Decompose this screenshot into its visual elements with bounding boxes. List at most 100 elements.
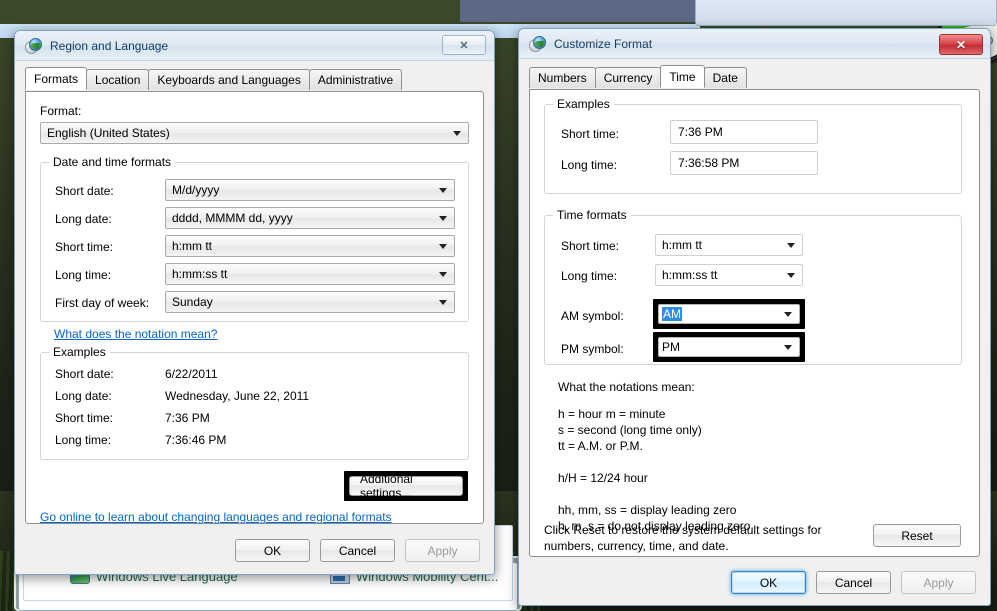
example-short-time-label: Short time: xyxy=(561,127,620,141)
additional-settings-button[interactable]: Additional settings... xyxy=(349,472,463,500)
chevron-down-icon xyxy=(787,273,795,278)
group-legend: Examples xyxy=(553,97,614,111)
long-time-combobox[interactable]: h:mm:ss tt xyxy=(165,263,455,285)
example-short-time-field: 7:36 PM xyxy=(670,120,818,144)
am-symbol-value: AM xyxy=(662,307,682,321)
notations-body: h = hour m = minute s = second (long tim… xyxy=(558,407,751,533)
pm-symbol-combobox[interactable]: PM xyxy=(658,337,800,357)
reset-button[interactable]: Reset xyxy=(873,524,961,547)
short-time-value: h:mm tt xyxy=(662,238,703,252)
tab-date[interactable]: Date xyxy=(703,67,747,88)
first-day-of-week-combobox[interactable]: Sunday xyxy=(165,291,455,313)
chevron-down-icon xyxy=(439,216,447,221)
group-legend: Time formats xyxy=(553,208,631,222)
long-time-value: h:mm:ss tt xyxy=(172,267,228,281)
example-short-date-label: Short date: xyxy=(55,367,114,381)
long-time-value: h:mm:ss tt xyxy=(662,268,718,282)
chevron-down-icon xyxy=(453,131,461,136)
example-long-date-label: Long date: xyxy=(55,389,112,403)
example-long-time-label: Long time: xyxy=(55,433,112,447)
am-symbol-label: AM symbol: xyxy=(561,309,624,323)
pm-symbol-value: PM xyxy=(662,340,680,354)
customize-dialog-buttons: OK Cancel Apply xyxy=(731,571,976,594)
date-and-time-formats-group: Date and time formats Short date: M/d/yy… xyxy=(40,155,469,322)
reset-description: Click Reset to restore the system defaul… xyxy=(544,523,822,553)
chevron-down-icon xyxy=(787,243,795,248)
customize-dialog-titlebar[interactable]: Customize Format ✕ xyxy=(519,29,990,59)
example-long-time-value: 7:36:58 PM xyxy=(678,156,740,170)
long-date-combobox[interactable]: dddd, MMMM dd, yyyy xyxy=(165,207,455,229)
short-time-label: Short time: xyxy=(561,239,620,253)
customize-ok-button[interactable]: OK xyxy=(731,571,806,594)
example-long-date-value: Wednesday, June 22, 2011 xyxy=(165,389,310,403)
long-date-label: Long date: xyxy=(55,212,112,226)
short-time-label: Short time: xyxy=(55,240,114,254)
example-short-date-value: 6/22/2011 xyxy=(165,367,218,381)
format-label: Format: xyxy=(40,104,82,118)
region-dialog-body: Formats Location Keyboards and Languages… xyxy=(15,61,494,574)
region-dialog-titlebar[interactable]: Region and Language ✕ xyxy=(15,31,494,61)
tab-time[interactable]: Time xyxy=(660,65,705,88)
format-combobox[interactable]: English (United States) xyxy=(40,122,469,144)
customize-cancel-button[interactable]: Cancel xyxy=(816,571,891,594)
background-window-titlebar xyxy=(695,0,997,26)
long-time-combobox[interactable]: h:mm:ss tt xyxy=(655,264,803,286)
first-day-of-week-label: First day of week: xyxy=(55,296,150,310)
short-time-value: h:mm tt xyxy=(172,239,213,253)
tab-administrative[interactable]: Administrative xyxy=(308,69,403,90)
region-dialog-buttons: OK Cancel Apply xyxy=(235,539,480,562)
long-time-label: Long time: xyxy=(561,269,618,283)
group-legend: Examples xyxy=(49,345,110,359)
notation-help-link[interactable]: What does the notation mean? xyxy=(54,327,217,341)
tab-numbers[interactable]: Numbers xyxy=(529,67,596,88)
customize-dialog-title: Customize Format xyxy=(554,37,653,51)
customize-format-dialog: Customize Format ✕ Numbers Currency Time… xyxy=(518,28,991,606)
pm-symbol-label: PM symbol: xyxy=(561,342,624,356)
region-globe-clock-icon xyxy=(25,37,42,55)
chevron-down-icon xyxy=(784,312,792,317)
customize-examples-group: Examples Short time: 7:36 PM Long time: … xyxy=(544,97,962,194)
tab-formats[interactable]: Formats xyxy=(25,67,88,90)
customize-globe-clock-icon xyxy=(529,35,546,53)
first-day-of-week-value: Sunday xyxy=(172,295,213,309)
customize-apply-button: Apply xyxy=(901,571,976,594)
example-short-time-label: Short time: xyxy=(55,411,114,425)
region-dialog-title: Region and Language xyxy=(50,39,169,53)
customize-time-panel: Examples Short time: 7:36 PM Long time: … xyxy=(529,89,980,557)
go-online-link[interactable]: Go online to learn about changing langua… xyxy=(40,510,392,524)
chevron-down-icon xyxy=(784,345,792,350)
chevron-down-icon xyxy=(439,188,447,193)
group-legend: Date and time formats xyxy=(49,155,176,169)
example-short-time-value: 7:36 PM xyxy=(678,125,723,139)
region-close-button[interactable]: ✕ xyxy=(442,35,486,55)
chevron-down-icon xyxy=(439,244,447,249)
time-formats-group: Time formats Short time: h:mm tt Long ti… xyxy=(544,208,962,365)
region-and-language-dialog: Region and Language ✕ Formats Location K… xyxy=(14,30,495,575)
customize-tabstrip[interactable]: Numbers Currency Time Date xyxy=(529,65,990,89)
short-date-label: Short date: xyxy=(55,184,114,198)
chevron-down-icon xyxy=(439,300,447,305)
example-short-time-value: 7:36 PM xyxy=(165,411,210,425)
region-tabstrip[interactable]: Formats Location Keyboards and Languages… xyxy=(25,67,494,91)
am-symbol-combobox[interactable]: AM xyxy=(658,304,800,324)
customize-dialog-body: Numbers Currency Time Date Examples Shor… xyxy=(519,59,990,605)
format-combobox-value: English (United States) xyxy=(47,126,170,140)
example-long-time-value: 7:36:46 PM xyxy=(165,433,227,447)
region-apply-button: Apply xyxy=(405,539,480,562)
short-date-value: M/d/yyyy xyxy=(172,183,220,197)
example-long-time-field: 7:36:58 PM xyxy=(670,151,818,175)
tab-keyboards-and-languages[interactable]: Keyboards and Languages xyxy=(148,69,310,90)
short-time-combobox[interactable]: h:mm tt xyxy=(655,234,803,256)
customize-close-button[interactable]: ✕ xyxy=(939,34,983,55)
example-long-time-label: Long time: xyxy=(561,158,618,172)
region-formats-panel: Format: English (United States) Date and… xyxy=(25,91,484,524)
long-date-value: dddd, MMMM dd, yyyy xyxy=(172,211,293,225)
region-ok-button[interactable]: OK xyxy=(235,539,310,562)
region-cancel-button[interactable]: Cancel xyxy=(320,539,395,562)
chevron-down-icon xyxy=(439,272,447,277)
short-time-combobox[interactable]: h:mm tt xyxy=(165,235,455,257)
notations-title: What the notations mean: xyxy=(558,380,695,394)
tab-location[interactable]: Location xyxy=(86,69,150,90)
tab-currency[interactable]: Currency xyxy=(594,67,662,88)
short-date-combobox[interactable]: M/d/yyyy xyxy=(165,179,455,201)
